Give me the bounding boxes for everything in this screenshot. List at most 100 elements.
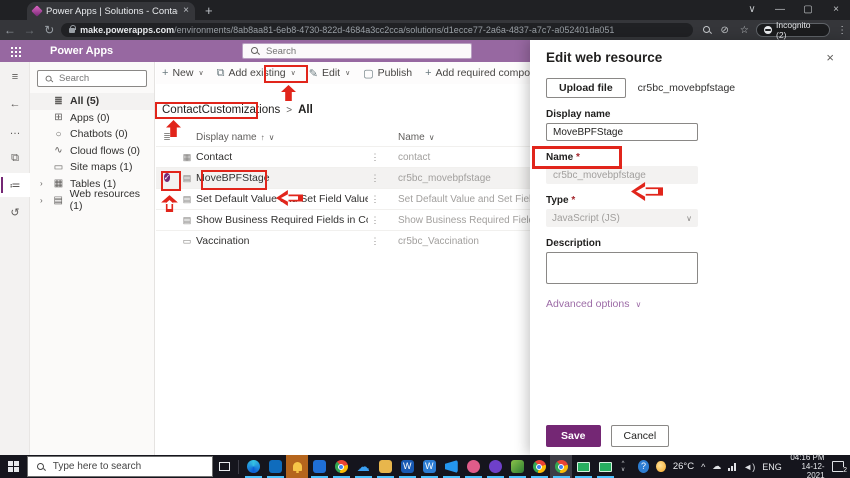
taskbar-item-chrome-active[interactable] [550, 455, 573, 478]
row-display-name[interactable]: MoveBPFStage [196, 172, 368, 184]
sidebar-item-all[interactable]: ≣ All (5) [30, 93, 154, 110]
rail-popout-icon[interactable]: ⧉ [0, 146, 30, 170]
sidebar-item-cloud-flows[interactable]: ∿ Cloud flows (0) [30, 143, 154, 160]
taskbar-item-notifier[interactable] [286, 455, 309, 478]
panel-close-icon[interactable]: × [826, 50, 834, 65]
breadcrumb-solution-link[interactable]: ContactCustomizations [162, 104, 280, 116]
rail-history-icon[interactable]: ↺ [0, 200, 30, 224]
row-kebab-icon[interactable]: ⋮ [368, 215, 382, 226]
sort-ascending-icon: ↑ [260, 133, 265, 142]
save-button[interactable]: Save [546, 425, 601, 447]
row-kebab-icon[interactable]: ⋮ [368, 173, 382, 184]
select-all-icon[interactable]: ≣ [156, 132, 178, 143]
browser-tab[interactable]: Power Apps | Solutions - Contact × [27, 2, 195, 20]
rail-more-icon[interactable]: … [0, 119, 30, 143]
url-text: make.powerapps.com/environments/8ab8aa81… [80, 25, 614, 35]
onedrive-tray-icon[interactable]: ☁ [712, 461, 721, 472]
row-kebab-icon[interactable]: ⋮ [368, 236, 382, 247]
taskbar-item-onedrive[interactable]: ☁ [352, 455, 374, 478]
taskbar-item-outlook[interactable] [264, 455, 286, 478]
edit-button[interactable]: ✎ Edit ∨ [309, 67, 350, 80]
help-icon[interactable]: ? [637, 460, 650, 473]
zoom-search-icon[interactable] [701, 24, 713, 36]
lock-icon [69, 24, 77, 33]
row-display-name[interactable]: Set Default Value and Set Field Value fo… [196, 193, 368, 205]
url-domain: make.powerapps.com [80, 25, 175, 35]
app-brand[interactable]: Power Apps [50, 45, 113, 57]
taskbar-clock[interactable]: 04:16 PM 14-12-2021 [789, 453, 824, 478]
taskbar-item-chrome[interactable] [330, 455, 352, 478]
weather-sun-icon[interactable] [656, 461, 666, 472]
sidebar-search-input[interactable] [59, 73, 139, 84]
sidebar-search-box[interactable] [37, 70, 147, 87]
action-center-icon[interactable]: 2 [831, 461, 848, 474]
column-header-display-name[interactable]: Display name ↑ ∨ [196, 132, 368, 143]
taskbar-item-app-pink[interactable] [462, 455, 484, 478]
tab-search-icon[interactable]: ∨ [738, 0, 766, 20]
bookmark-star-icon[interactable]: ☆ [737, 25, 753, 36]
eye-off-icon[interactable]: ⊘ [717, 25, 733, 36]
taskbar-item-word-2[interactable]: W [418, 455, 440, 478]
table-icon: ▦ [53, 178, 64, 190]
forward-icon[interactable]: → [20, 23, 40, 37]
taskbar-search-box[interactable]: Type here to search [26, 456, 214, 477]
taskbar-scroll-arrows[interactable]: ^ ∨ [616, 461, 629, 473]
app-search-box[interactable] [242, 43, 472, 59]
taskbar-item-edge[interactable] [242, 455, 264, 478]
cancel-button[interactable]: Cancel [610, 425, 670, 447]
taskbar-item-chrome-2[interactable] [528, 455, 550, 478]
language-indicator[interactable]: ENG [762, 462, 782, 472]
description-field[interactable] [546, 252, 698, 284]
rail-back-icon[interactable]: ← [0, 92, 30, 116]
taskbar-item-remote-desktop-2[interactable] [594, 455, 616, 478]
close-window-button[interactable]: × [822, 0, 850, 20]
task-view-button[interactable] [213, 455, 235, 478]
rail-solution-tree-icon[interactable]: ≔ [0, 173, 30, 197]
tab-close-icon[interactable]: × [183, 6, 189, 16]
rail-hamburger-icon[interactable]: ≡ [0, 65, 30, 89]
app-search-input[interactable] [266, 45, 446, 57]
remote-desktop-icon [598, 461, 612, 472]
display-name-field[interactable] [546, 123, 698, 141]
chevron-down-icon: ∨ [686, 213, 692, 223]
description-label: Description [546, 238, 602, 249]
taskbar-item-vscode[interactable] [440, 455, 462, 478]
row-display-name[interactable]: Contact [196, 151, 368, 163]
advanced-options-toggle[interactable]: Advanced options ∨ [546, 298, 834, 310]
sidebar-item-chatbots[interactable]: ○ Chatbots (0) [30, 126, 154, 143]
temperature[interactable]: 26°C [673, 461, 694, 472]
taskbar-item-remote-desktop[interactable] [572, 455, 594, 478]
speaker-icon[interactable]: ◄) [743, 462, 755, 472]
start-button[interactable] [0, 455, 27, 478]
expand-chevron-icon[interactable]: › [40, 179, 47, 188]
add-existing-button[interactable]: ⧉ Add existing ∨ [217, 67, 296, 80]
row-display-name[interactable]: Vaccination [196, 235, 368, 247]
tray-expand-chevron-icon[interactable]: ^ [701, 462, 705, 472]
waffle-menu-icon[interactable] [10, 45, 21, 57]
new-button[interactable]: + New ∨ [162, 67, 204, 79]
maximize-button[interactable]: ▢ [794, 0, 822, 20]
minimize-button[interactable]: — [766, 0, 794, 20]
network-signal-icon[interactable] [728, 462, 737, 471]
browser-menu-icon[interactable]: ⋮ [834, 25, 850, 36]
taskbar-item-word[interactable]: W [396, 455, 418, 478]
sidebar-item-web-resources[interactable]: › ▤ Web resources (1) [30, 188, 154, 212]
refresh-icon[interactable]: ↻ [39, 23, 59, 37]
sidebar-item-apps[interactable]: ⊞ Apps (0) [30, 110, 154, 127]
selected-check-icon[interactable]: ✓ [163, 173, 171, 182]
row-kebab-icon[interactable]: ⋮ [368, 194, 382, 205]
publish-button[interactable]: ▢ Publish [363, 67, 412, 80]
incognito-badge: Incognito (2) [756, 20, 831, 40]
taskbar-item-photos[interactable] [506, 455, 528, 478]
back-icon[interactable]: ← [0, 23, 20, 37]
taskbar-item-sticky-notes[interactable] [374, 455, 396, 478]
upload-file-button[interactable]: Upload file [546, 78, 626, 98]
address-bar[interactable]: make.powerapps.com/environments/8ab8aa81… [61, 23, 694, 37]
taskbar-item-github[interactable] [484, 455, 506, 478]
new-tab-button[interactable]: + [205, 2, 213, 20]
row-display-name[interactable]: Show Business Required Fields in Contact… [196, 214, 368, 226]
taskbar-item-people[interactable] [308, 455, 330, 478]
sidebar-item-site-maps[interactable]: ▭ Site maps (1) [30, 159, 154, 176]
expand-chevron-icon[interactable]: › [40, 196, 47, 205]
row-kebab-icon[interactable]: ⋮ [368, 152, 382, 163]
